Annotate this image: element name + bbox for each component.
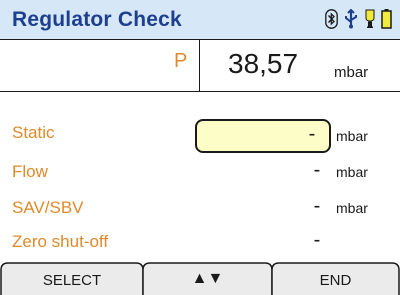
param-unit: mbar	[336, 164, 368, 180]
bulb-icon	[365, 9, 375, 28]
up-down-softkey[interactable]: ▲▼	[143, 270, 272, 288]
param-label: Static	[12, 123, 55, 142]
param-unit: mbar	[336, 128, 368, 144]
usb-icon	[345, 9, 357, 29]
param-row-static[interactable]: Static - mbar	[0, 118, 400, 153]
bluetooth-icon	[325, 9, 338, 29]
end-softkey[interactable]: END	[272, 272, 399, 289]
param-row-sav-sbv: SAV/SBV - mbar	[0, 194, 400, 224]
battery-icon	[381, 9, 392, 29]
param-unit: mbar	[336, 200, 368, 216]
static-input-field[interactable]: -	[195, 119, 331, 153]
param-label: Flow	[12, 162, 48, 181]
select-softkey[interactable]: SELECT	[1, 272, 143, 289]
pressure-label: P	[174, 50, 188, 72]
param-value: -	[313, 229, 321, 251]
title-bar: Regulator Check	[0, 0, 400, 40]
param-label: Zero shut-off	[12, 232, 109, 251]
param-value: -	[313, 159, 321, 181]
divider	[199, 40, 200, 91]
param-row-zero-shut-off: Zero shut-off -	[0, 228, 400, 258]
softkey-bar: SELECT ▲▼ END	[0, 262, 400, 295]
param-value: -	[308, 123, 316, 145]
param-label: SAV/SBV	[12, 198, 84, 217]
param-row-flow: Flow - mbar	[0, 158, 400, 188]
regulator-check-screen: Regulator Check P 38,57 mbar Static - mb…	[0, 0, 400, 295]
screen-title: Regulator Check	[12, 8, 182, 31]
param-value: -	[313, 195, 321, 217]
pressure-value: 38,57	[228, 48, 299, 79]
pressure-row: P 38,57 mbar	[0, 40, 400, 92]
pressure-unit: mbar	[334, 64, 369, 81]
status-icons	[325, 9, 392, 29]
